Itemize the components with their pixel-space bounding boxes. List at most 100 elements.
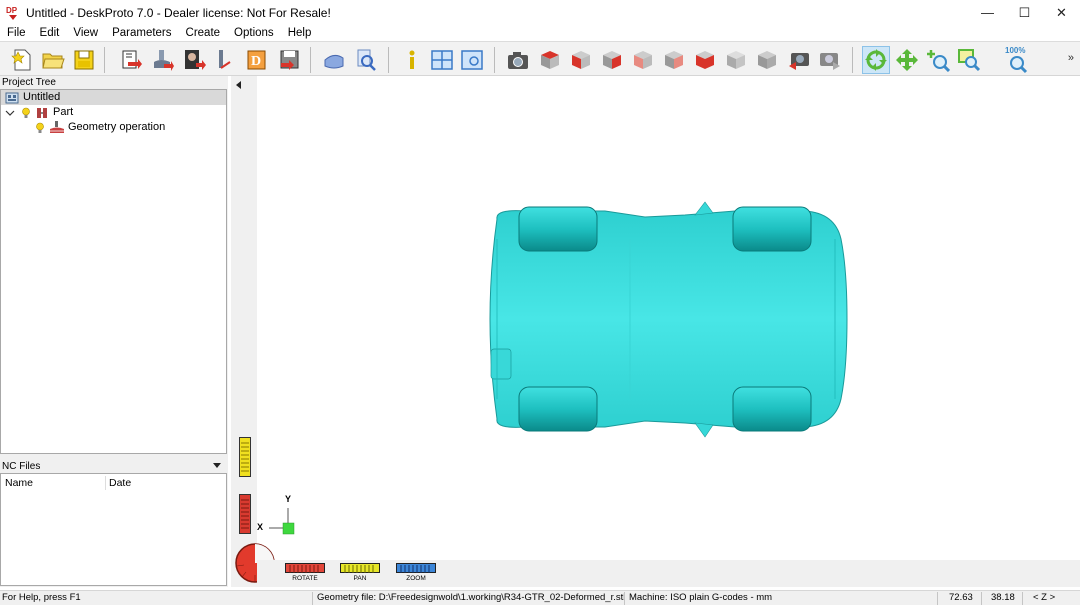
3d-viewport[interactable]: Y X ROTATE PAN ZOOM [231,76,1080,587]
menu-view[interactable]: View [66,27,105,39]
close-button[interactable]: ✕ [1043,0,1080,25]
view-bottom-button[interactable] [691,46,719,74]
menu-create[interactable]: Create [179,27,228,39]
nc-files-list[interactable]: Name Date [0,473,227,586]
cube-top-icon [541,51,559,69]
axis-x-label: X [257,522,264,532]
chevron-down-icon[interactable] [5,108,15,118]
new-project-button[interactable] [8,46,36,74]
pan-vertical-slider[interactable] [239,437,251,477]
menu-file[interactable]: File [0,27,33,39]
tree-item-geometry-operation[interactable]: Geometry operation [35,120,165,135]
svg-text:D: D [251,54,261,69]
tree-item-project[interactable]: Untitled [1,90,226,105]
machine-parameters-button[interactable] [212,46,240,74]
save-project-button[interactable] [70,46,98,74]
open-project-button[interactable] [39,46,67,74]
new-icon [11,49,31,71]
menu-help[interactable]: Help [281,27,319,39]
status-bar: For Help, press F1 Geometry file: D:\Fre… [0,590,1080,605]
part-parameters-button[interactable] [180,46,208,74]
tree-item-part[interactable]: Part [5,105,73,120]
window-title: Untitled - DeskProto 7.0 - Dealer licens… [26,5,331,20]
pan-slider-ridges [241,442,249,472]
geometry-params-icon [122,50,142,69]
nc-column-name[interactable]: Name [1,474,33,492]
project-icon [5,92,19,103]
layout-icon [431,50,453,70]
info-button[interactable] [398,46,426,74]
view-3d-button[interactable] [320,46,348,74]
view-front-button[interactable] [567,46,595,74]
layout-button[interactable] [428,46,456,74]
rotate-vertical-slider[interactable] [239,494,251,534]
rotate-icon [865,49,887,71]
pan-mode-button[interactable] [893,46,921,74]
part-params-icon [185,50,206,70]
car-model-3d[interactable] [485,199,855,439]
zoom-wheel-ridges [400,565,430,573]
project-tree: Untitled Part Geometry operation [0,89,227,454]
import-geometry-button[interactable]: D [243,46,271,74]
zoom-wheel-label: ZOOM [406,575,426,582]
operation-icon [50,120,64,133]
view-back-button[interactable] [629,46,657,74]
view-right-button[interactable] [598,46,626,74]
toolbar-overflow-button[interactable]: » [1068,52,1074,64]
menu-parameters[interactable]: Parameters [105,27,178,39]
camera-icon [508,52,528,69]
view-iso-2-button[interactable] [753,46,781,74]
cube-bottom-icon [696,51,714,69]
nc-files-header: NC Files [0,460,227,473]
tree-item-label: Untitled [23,91,61,103]
camera-prev-icon [789,53,809,70]
minimize-button[interactable]: — [969,0,1006,25]
status-machine: Machine: ISO plain G-codes - mm [629,592,773,603]
view-iso-button[interactable] [722,46,750,74]
pan-thumbwheel[interactable] [340,563,380,573]
rotate-mode-button[interactable] [862,46,890,74]
zoom-window-icon [958,49,981,72]
view-next-button[interactable] [816,46,844,74]
status-axis-mode[interactable]: < Z > [1033,591,1055,605]
axis-triad-icon [269,508,295,535]
project-tree-header: Project Tree [0,76,228,89]
nc-column-date[interactable]: Date [105,474,131,492]
view-settings-button[interactable] [458,46,486,74]
viewport-bottom-strip: ROTATE PAN ZOOM [257,560,1080,587]
search-icon [357,49,376,71]
zoom-thumbwheel[interactable] [396,563,436,573]
status-geometry-file: Geometry file: D:\Freedesignwold\1.worki… [317,592,626,603]
camera-button[interactable] [504,46,532,74]
folder-open-icon [42,53,65,69]
operation-parameters-button[interactable] [148,46,176,74]
zoom-mode-button[interactable] [924,46,952,74]
cube-right-icon [603,51,621,69]
menu-options[interactable]: Options [227,27,281,39]
menu-edit[interactable]: Edit [33,27,67,39]
status-coord-x: 72.63 [949,592,973,603]
tree-item-label: Geometry operation [68,121,166,133]
info-icon [409,50,415,69]
export-button[interactable] [275,46,303,74]
import-icon: D [247,50,266,70]
operation-params-icon [154,50,174,71]
nc-files-dropdown-icon[interactable] [213,463,221,468]
rotate-thumbwheel[interactable] [285,563,325,573]
maximize-button[interactable]: ☐ [1006,0,1043,25]
view-left-button[interactable] [660,46,688,74]
search-button[interactable] [352,46,380,74]
view-top-button[interactable] [536,46,564,74]
zoom-100-button[interactable]: 100% [1003,46,1031,74]
lightbulb-icon[interactable] [21,107,31,119]
left-panel: Project Tree Untitled Part Geometry oper… [0,76,228,587]
collapse-panel-icon[interactable] [236,81,241,89]
geometry-parameters-button[interactable] [116,46,144,74]
lightbulb-icon[interactable] [35,122,45,134]
zoom-100-label: 100% [1005,46,1026,55]
pan-wheel-label: PAN [353,575,367,582]
view-prev-button[interactable] [785,46,813,74]
rotate-wheel-label: ROTATE [292,575,318,582]
zoom-window-button[interactable] [955,46,983,74]
axis-y-label: Y [285,494,292,504]
